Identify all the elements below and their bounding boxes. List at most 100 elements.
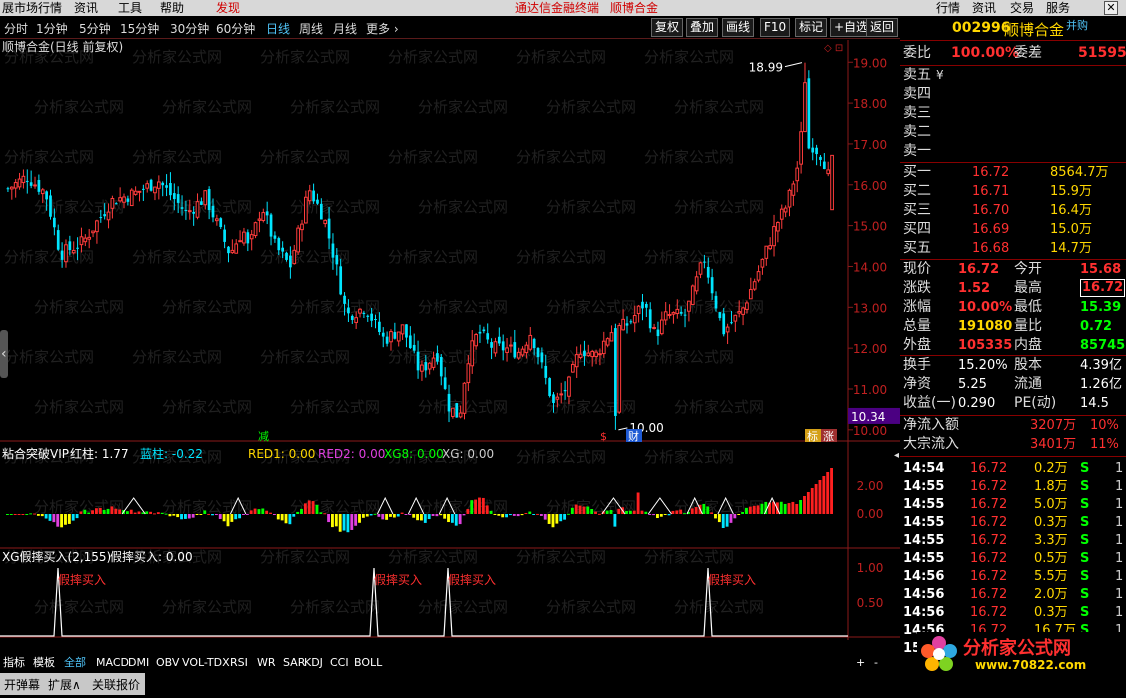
indicator-tab[interactable]: KDJ	[304, 656, 323, 670]
indicator-tab[interactable]: DMI	[128, 656, 149, 670]
period-tab[interactable]: 5分钟	[79, 20, 111, 37]
fuquan-button[interactable]: 复权	[651, 18, 684, 37]
promo-link-terminal[interactable]: 通达信金融终端	[515, 0, 599, 16]
overlay-button[interactable]: 叠加	[686, 18, 719, 37]
related-quote-button[interactable]: 关联报价	[92, 676, 140, 693]
buy-label: 买二	[903, 183, 931, 199]
watermark-text: 分析家公式网	[4, 148, 94, 166]
candle-body	[671, 312, 676, 315]
ind1-bar	[331, 514, 334, 528]
menu-right-trade[interactable]: 交易	[1010, 0, 1034, 16]
close-icon[interactable]: ✕	[1104, 1, 1118, 15]
candle-body	[416, 351, 420, 371]
mark-button[interactable]: 标记	[795, 18, 828, 37]
ind1-bar	[9, 514, 13, 515]
candle-body	[347, 307, 350, 314]
indicator-tab[interactable]: CCI	[330, 656, 349, 670]
candle-body	[536, 348, 540, 358]
watermark-text: 分析家公式网	[674, 398, 764, 416]
stat-value: 85745	[1080, 338, 1126, 353]
candle-body	[811, 147, 815, 153]
tick-volume: 0.5万	[1034, 551, 1068, 566]
candle-body	[381, 332, 385, 337]
period-tab[interactable]: 1分钟	[36, 20, 68, 37]
indicator-tab[interactable]: MACD	[96, 656, 129, 670]
period-tab[interactable]: 15分钟	[120, 20, 159, 37]
zoom-out-button[interactable]: -	[874, 656, 878, 669]
period-tab[interactable]: 月线	[333, 20, 357, 37]
candle-body	[40, 189, 45, 195]
logo-url: www.70822.com	[975, 658, 1087, 672]
candle-body	[223, 229, 226, 242]
menu-item-tools[interactable]: 工具	[118, 0, 142, 16]
stat-label: 今开	[1014, 261, 1042, 277]
ind1-bar	[323, 513, 327, 515]
indicator-tab[interactable]: OBV	[156, 656, 179, 670]
ind1-bar	[497, 514, 501, 516]
ind1-bar	[683, 513, 686, 515]
candle-body	[659, 319, 664, 335]
menu-right-market[interactable]: 行情	[936, 0, 960, 16]
menu-right-service[interactable]: 服务	[1046, 0, 1070, 16]
ind1-bar	[826, 472, 830, 514]
menu-item-news[interactable]: 资讯	[74, 0, 98, 16]
watermark-text: 分析家公式网	[388, 248, 478, 266]
period-tab[interactable]: 周线	[299, 20, 323, 37]
period-more[interactable]: 更多 ›	[366, 20, 399, 37]
back-button[interactable]: 返回	[866, 18, 899, 37]
danmu-toggle[interactable]: 开弹幕	[4, 676, 40, 693]
candle-body	[165, 185, 168, 188]
menu-right-news[interactable]: 资讯	[972, 0, 996, 16]
indicator-tab[interactable]: 指标	[3, 656, 25, 670]
indicator-tab[interactable]: SAR	[283, 656, 305, 670]
zoom-in-button[interactable]: +	[856, 656, 865, 669]
candle-body	[126, 198, 130, 202]
ind1-bar	[431, 514, 435, 516]
bottom-function-bar: 开弹幕 扩展∧ 关联报价	[0, 673, 145, 695]
indicator-tab[interactable]: BOLL	[354, 656, 382, 670]
promo-link-stock[interactable]: 顺博合金	[610, 0, 658, 16]
stat-value: 15.39	[1080, 300, 1122, 315]
buy-price: 16.72	[972, 165, 1010, 180]
candle-body	[563, 390, 567, 392]
period-toolbar: 分时 1分钟 5分钟 15分钟 30分钟 60分钟 日线 周线 月线 更多 › …	[0, 17, 900, 39]
candle-body	[161, 182, 165, 186]
period-tab-active[interactable]: 日线	[266, 20, 290, 37]
period-tab[interactable]: 60分钟	[216, 20, 255, 37]
merger-badge[interactable]: 并购	[1066, 17, 1088, 33]
ind1-bar	[447, 514, 450, 523]
watermark-text: 分析家公式网	[516, 548, 606, 566]
flow-value: 3401万	[1030, 437, 1077, 452]
ind1-bar	[543, 514, 547, 520]
candle-body	[451, 407, 455, 417]
indicator-tab[interactable]: WR	[257, 656, 276, 670]
expand-button[interactable]: 扩展∧	[48, 676, 81, 693]
ind1-bar	[396, 514, 400, 517]
menu-item-market[interactable]: 展市场行情	[2, 0, 62, 16]
kline-chart[interactable]: 分析家公式网 分析家公式网 分析家公式网 分析家公式网 分析家公式网 分析家公式网分析家公…	[0, 40, 900, 640]
ind1-bar	[98, 507, 102, 514]
ind1-bar	[226, 514, 230, 527]
candle-body	[343, 295, 346, 304]
ind1-bar	[420, 514, 423, 521]
f10-button[interactable]: F10	[760, 18, 791, 37]
buy-volume: 8564.7万	[1050, 165, 1109, 180]
period-tab[interactable]: 30分钟	[170, 20, 209, 37]
period-tab[interactable]: 分时	[4, 20, 28, 37]
indicator-tab-active[interactable]: 全部	[64, 656, 86, 670]
candle-body	[292, 249, 297, 265]
ind1-bar	[102, 509, 106, 514]
menu-item-discover[interactable]: 发现	[216, 0, 240, 16]
candle-body	[815, 147, 818, 155]
ind1-bar	[694, 507, 698, 514]
candle-body	[257, 218, 262, 221]
candle-body	[378, 321, 381, 333]
ind2-name: XG假摔买入(2,155)	[2, 550, 111, 564]
indicator-tab[interactable]: RSI	[230, 656, 248, 670]
tick-volume: 5.5万	[1034, 569, 1068, 584]
indicator-tab[interactable]: VOL-TDX	[182, 656, 230, 670]
indicator-tab[interactable]: 模板	[33, 656, 55, 670]
menu-item-help[interactable]: 帮助	[160, 0, 184, 16]
watermark-text: 分析家公式网	[34, 98, 124, 116]
draw-line-button[interactable]: 画线	[722, 18, 755, 37]
